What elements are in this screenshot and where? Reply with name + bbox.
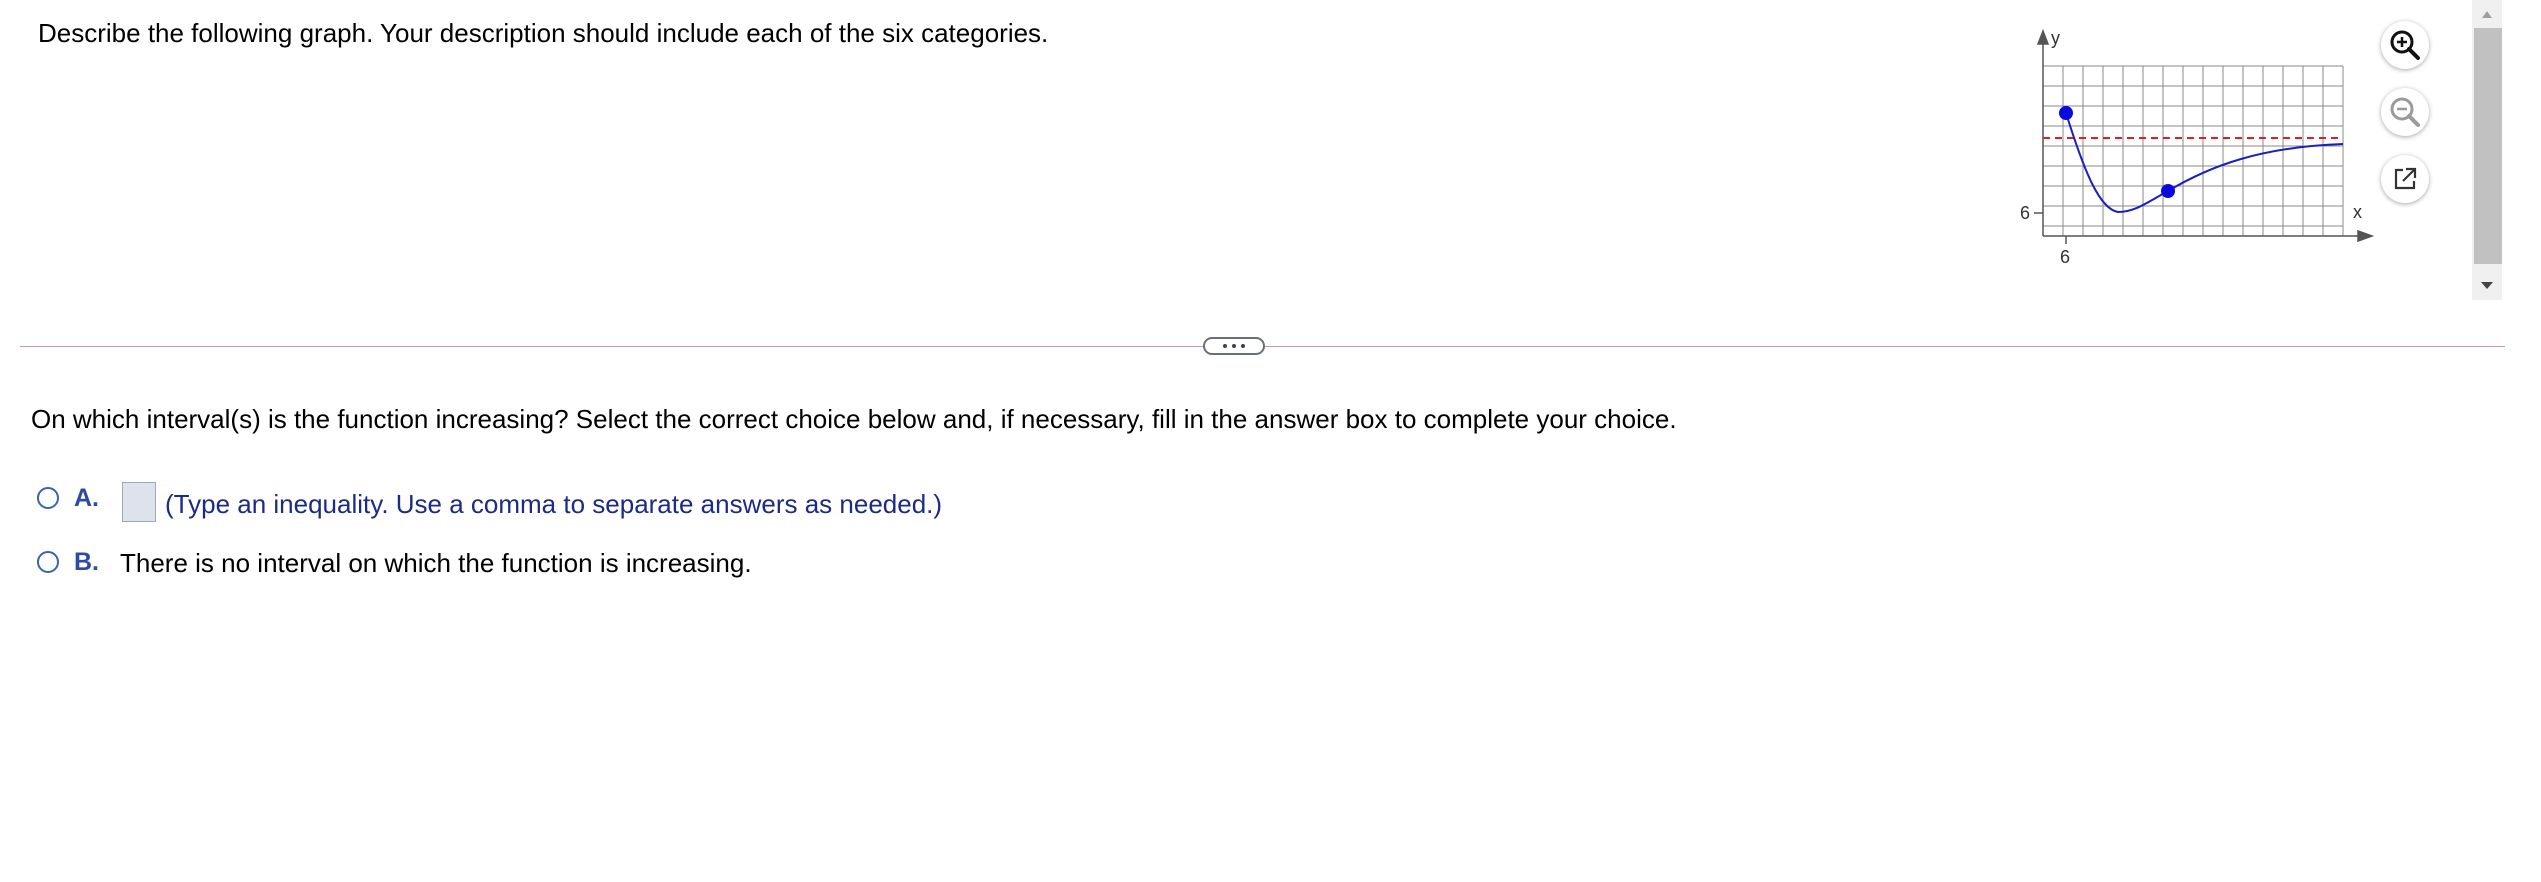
handle-dot [1232, 344, 1236, 348]
handle-dot [1241, 344, 1245, 348]
scroll-up-arrow-icon[interactable] [2481, 10, 2493, 20]
expand-handle[interactable] [1203, 337, 1265, 355]
answer-input[interactable] [122, 482, 156, 522]
function-graph: y x 6 6 [2000, 24, 2380, 276]
zoom-out-button[interactable] [2381, 88, 2429, 136]
y-axis-label: y [2051, 28, 2060, 48]
sub-question-text: On which interval(s) is the function inc… [31, 404, 1677, 434]
choice-b-radio[interactable] [37, 551, 59, 573]
zoom-in-button[interactable] [2381, 21, 2429, 69]
y-tick-label: 6 [2020, 203, 2030, 223]
function-curve [2065, 112, 2344, 214]
graph-svg: y x 6 6 [2020, 28, 2375, 267]
choice-a-hint: (Type an inequality. Use a comma to sepa… [165, 489, 943, 519]
x-tick-label: 6 [2060, 247, 2070, 267]
graph-grid [2042, 65, 2344, 237]
zoom-in-icon [2390, 30, 2420, 60]
graph-point-left [2059, 106, 2073, 120]
x-axis-label: x [2353, 202, 2362, 222]
scrollbar-thumb[interactable] [2474, 28, 2502, 264]
external-link-icon [2394, 167, 2417, 190]
choice-b-text: There is no interval on which the functi… [120, 548, 752, 578]
popout-button[interactable] [2381, 155, 2429, 203]
choice-a-radio[interactable] [37, 487, 59, 509]
handle-dot [1223, 344, 1227, 348]
question-prompt: Describe the following graph. Your descr… [38, 18, 1049, 48]
zoom-out-icon [2390, 97, 2420, 127]
choice-b-label: B. [74, 548, 99, 576]
choice-a-label: A. [74, 484, 99, 512]
graph-point-min [2161, 184, 2175, 198]
scroll-down-arrow-icon[interactable] [2480, 280, 2494, 290]
